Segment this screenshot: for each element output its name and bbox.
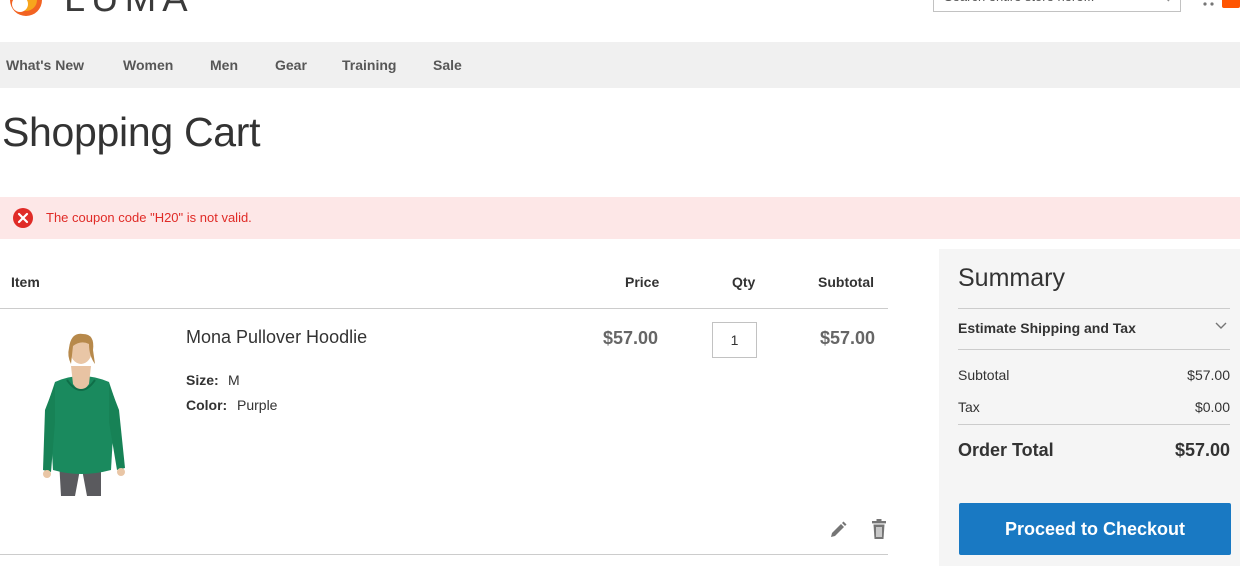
summary-tax-label: Tax [958, 399, 980, 415]
logo-text[interactable]: LUMA [64, 0, 194, 21]
summary-divider [958, 424, 1230, 425]
page-title: Shopping Cart [2, 109, 261, 155]
proceed-to-checkout-button[interactable]: Proceed to Checkout [959, 503, 1231, 555]
nav-item-men[interactable]: Men [210, 42, 238, 88]
main-nav: What's New Women Men Gear Training Sale [0, 42, 1240, 88]
order-total-label: Order Total [958, 440, 1054, 460]
summary-tax-value: $0.00 [1194, 399, 1230, 415]
error-x-icon [13, 208, 33, 228]
cart-icon[interactable] [1198, 0, 1218, 8]
edit-icon[interactable] [828, 520, 848, 540]
column-header-price: Price [625, 274, 660, 290]
nav-item-sale[interactable]: Sale [433, 42, 462, 88]
qty-input[interactable] [713, 323, 756, 357]
nav-item-women[interactable]: Women [123, 42, 173, 88]
search-box[interactable] [933, 0, 1181, 12]
table-header-divider [0, 308, 888, 309]
nav-item-training[interactable]: Training [342, 42, 396, 88]
option-value-size: M [228, 372, 240, 388]
column-header-item: Item [11, 274, 40, 290]
option-value-color: Purple [237, 397, 278, 413]
error-message-text: The coupon code "H20" is not valid. [46, 210, 252, 225]
column-header-qty: Qty [732, 274, 756, 290]
nav-item-whats-new[interactable]: What's New [6, 42, 84, 88]
summary-subtotal-label: Subtotal [958, 367, 1010, 383]
option-label-color: Color: [186, 397, 228, 413]
cart-count-badge[interactable] [1222, 0, 1240, 8]
estimate-shipping-toggle[interactable]: Estimate Shipping and Tax [958, 320, 1136, 336]
nav-item-gear[interactable]: Gear [275, 42, 307, 88]
summary-subtotal-value: $57.00 [1187, 367, 1230, 383]
logo-icon[interactable] [6, 0, 50, 18]
qty-field[interactable] [712, 322, 757, 358]
item-subtotal: $57.00 [820, 328, 876, 348]
search-icon[interactable] [1156, 0, 1170, 2]
search-input[interactable] [934, 0, 1144, 4]
product-name-link[interactable]: Mona Pullover Hoodlie [186, 327, 367, 348]
table-row-divider [0, 554, 888, 555]
summary-title: Summary [958, 264, 1065, 292]
trash-icon[interactable] [869, 518, 889, 540]
order-total-value: $57.00 [1174, 440, 1230, 460]
summary-divider [958, 349, 1230, 350]
item-price: $57.00 [603, 328, 659, 348]
summary-divider [958, 308, 1230, 309]
product-image[interactable] [15, 330, 147, 496]
option-label-size: Size: [186, 372, 219, 388]
column-header-subtotal: Subtotal [818, 274, 874, 290]
chevron-down-icon[interactable] [1215, 322, 1227, 330]
